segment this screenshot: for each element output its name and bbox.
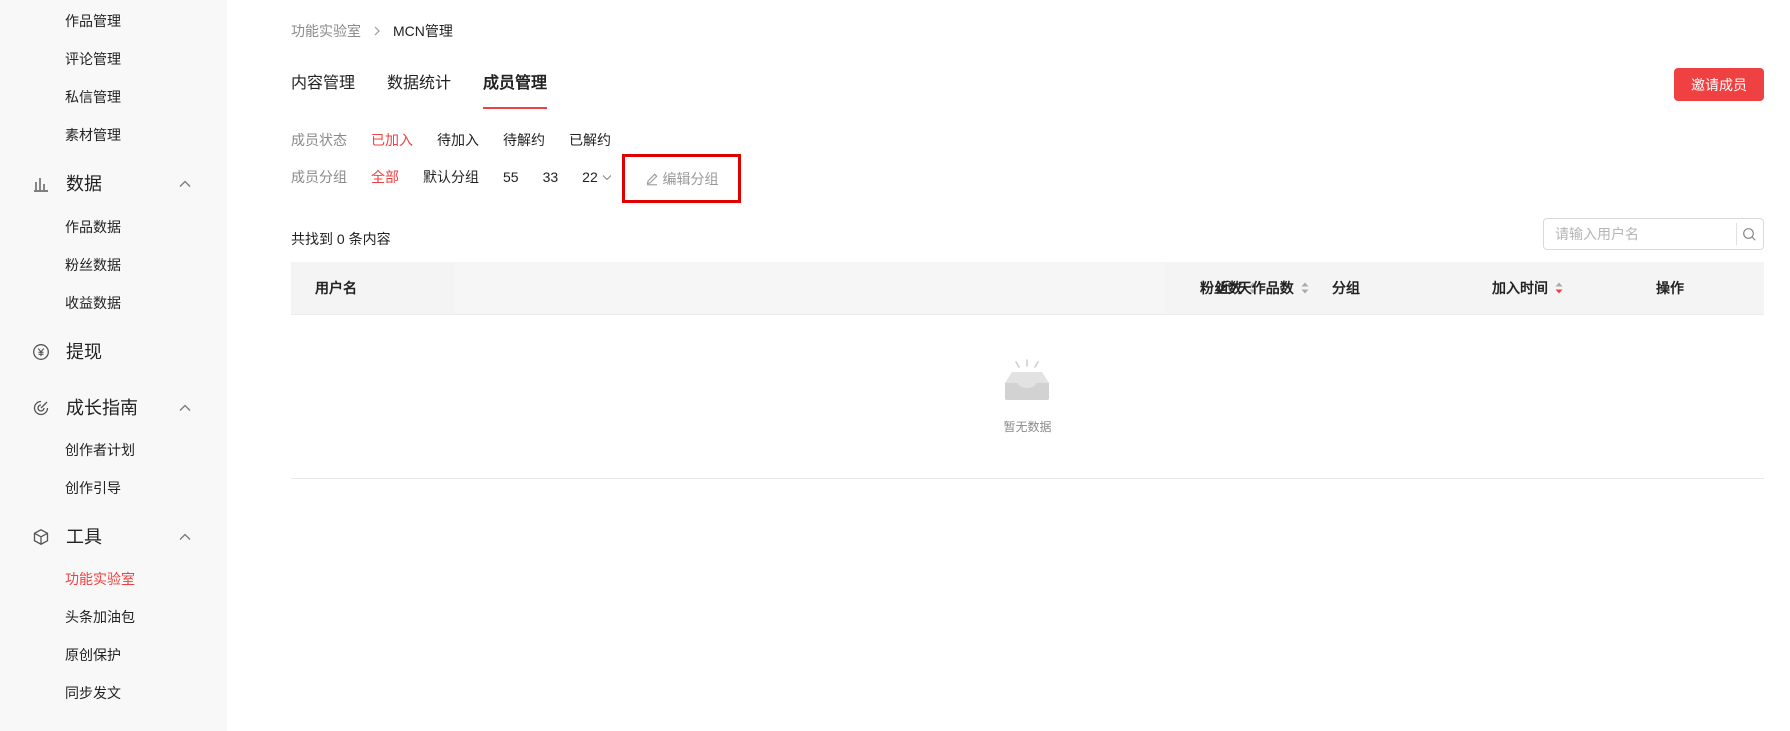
group-option-default[interactable]: 默认分组 — [423, 167, 479, 187]
sidebar-item-comments-manage[interactable]: 评论管理 — [65, 49, 121, 69]
tab-bar: 内容管理 数据统计 成员管理 — [291, 72, 579, 109]
sort-icon[interactable] — [1301, 281, 1309, 295]
chevron-up-icon[interactable] — [178, 530, 192, 544]
sidebar-item-boost-pack[interactable]: 头条加油包 — [65, 607, 135, 627]
chevron-up-icon[interactable] — [178, 177, 192, 191]
username-search — [1543, 218, 1764, 250]
sidebar-item-works-data[interactable]: 作品数据 — [65, 217, 121, 237]
empty-text: 暂无数据 — [1003, 420, 1052, 434]
sidebar-item-assets-manage[interactable]: 素材管理 — [65, 125, 121, 145]
col-actions: 操作 — [1656, 262, 1684, 314]
yuan-coin-icon — [32, 343, 50, 361]
chevron-down-icon — [601, 171, 613, 183]
edit-group-button[interactable]: 编辑分组 — [622, 154, 741, 203]
sidebar-item-sync-publish[interactable]: 同步发文 — [65, 683, 121, 703]
sidebar-item-feature-lab[interactable]: 功能实验室 — [65, 569, 135, 589]
sidebar-group-label: 工具 — [66, 527, 102, 547]
filter-label: 成员状态 — [291, 132, 347, 148]
breadcrumb-parent[interactable]: 功能实验室 — [291, 21, 361, 41]
group-option-55[interactable]: 55 — [503, 167, 519, 187]
filter-label: 成员分组 — [291, 169, 347, 185]
sidebar-group-data[interactable]: 数据 — [32, 170, 192, 198]
search-icon[interactable] — [1737, 219, 1763, 249]
header-shade — [455, 262, 1165, 314]
result-count: 共找到 0 条内容 — [291, 231, 391, 247]
status-option-pending-terminate[interactable]: 待解约 — [503, 130, 545, 150]
member-status-filter: 成员状态 已加入 待加入 待解约 已解约 — [291, 130, 635, 150]
sort-desc-icon[interactable] — [1555, 281, 1563, 295]
sidebar-item-creator-plan[interactable]: 创作者计划 — [65, 440, 135, 460]
col-label: 近7天作品数 — [1216, 280, 1294, 296]
col-label: 操作 — [1656, 280, 1684, 296]
sidebar: 作品管理 评论管理 私信管理 素材管理 数据 作品数据 粉丝数据 收益数据 提现… — [0, 0, 227, 731]
tab-data-stats[interactable]: 数据统计 — [387, 72, 451, 104]
group-option-all[interactable]: 全部 — [371, 167, 399, 187]
sidebar-item-fans-data[interactable]: 粉丝数据 — [65, 255, 121, 275]
table-header: 用户名 粉丝数 近7天作品数 分组 加入时间 操作 — [291, 262, 1764, 315]
status-option-pending-join[interactable]: 待加入 — [437, 130, 479, 150]
status-option-joined[interactable]: 已加入 — [371, 130, 413, 150]
growth-compass-icon — [32, 399, 50, 417]
group-option-22-dropdown[interactable]: 22 — [582, 167, 613, 187]
col-username: 用户名 — [315, 262, 357, 314]
col-label: 分组 — [1332, 280, 1360, 296]
col-group: 分组 — [1332, 262, 1360, 314]
sidebar-item-revenue-data[interactable]: 收益数据 — [65, 293, 121, 313]
chevron-right-icon — [371, 25, 383, 37]
empty-inbox-icon — [1002, 359, 1052, 403]
sidebar-group-label: 数据 — [66, 174, 102, 194]
tab-content-manage[interactable]: 内容管理 — [291, 72, 355, 104]
sidebar-group-tools[interactable]: 工具 — [32, 523, 192, 551]
sidebar-item-messages-manage[interactable]: 私信管理 — [65, 87, 121, 107]
empty-state: 暂无数据 — [291, 315, 1764, 479]
sidebar-group-label: 提现 — [66, 342, 102, 362]
sidebar-item-original-protect[interactable]: 原创保护 — [65, 645, 121, 665]
search-input[interactable] — [1544, 219, 1736, 249]
breadcrumb: 功能实验室 MCN管理 — [291, 21, 453, 41]
sidebar-group-growth[interactable]: 成长指南 — [32, 394, 192, 422]
breadcrumb-current: MCN管理 — [393, 23, 453, 39]
chevron-up-icon[interactable] — [178, 401, 192, 415]
toolbox-icon — [32, 528, 50, 546]
sidebar-group-withdraw[interactable]: 提现 — [32, 338, 192, 366]
col-join-time: 加入时间 — [1492, 262, 1563, 314]
sidebar-item-works-manage[interactable]: 作品管理 — [65, 11, 121, 31]
status-option-terminated[interactable]: 已解约 — [569, 130, 611, 150]
edit-group-label: 编辑分组 — [662, 170, 719, 187]
group-option-33[interactable]: 33 — [543, 167, 559, 187]
tab-member-manage[interactable]: 成员管理 — [483, 72, 548, 109]
invite-member-button[interactable]: 邀请成员 — [1674, 68, 1764, 101]
sidebar-group-label: 成长指南 — [66, 398, 138, 418]
edit-pen-icon — [645, 172, 659, 186]
member-group-filter: 成员分组 全部 默认分组 55 33 22 — [291, 167, 613, 187]
col-label: 用户名 — [315, 280, 357, 296]
col-label: 加入时间 — [1492, 280, 1548, 296]
sidebar-item-creator-guide[interactable]: 创作引导 — [65, 478, 121, 498]
group-option-label: 22 — [582, 169, 598, 185]
bar-chart-icon — [32, 175, 50, 193]
col-works-7d: 近7天作品数 — [1216, 262, 1309, 314]
